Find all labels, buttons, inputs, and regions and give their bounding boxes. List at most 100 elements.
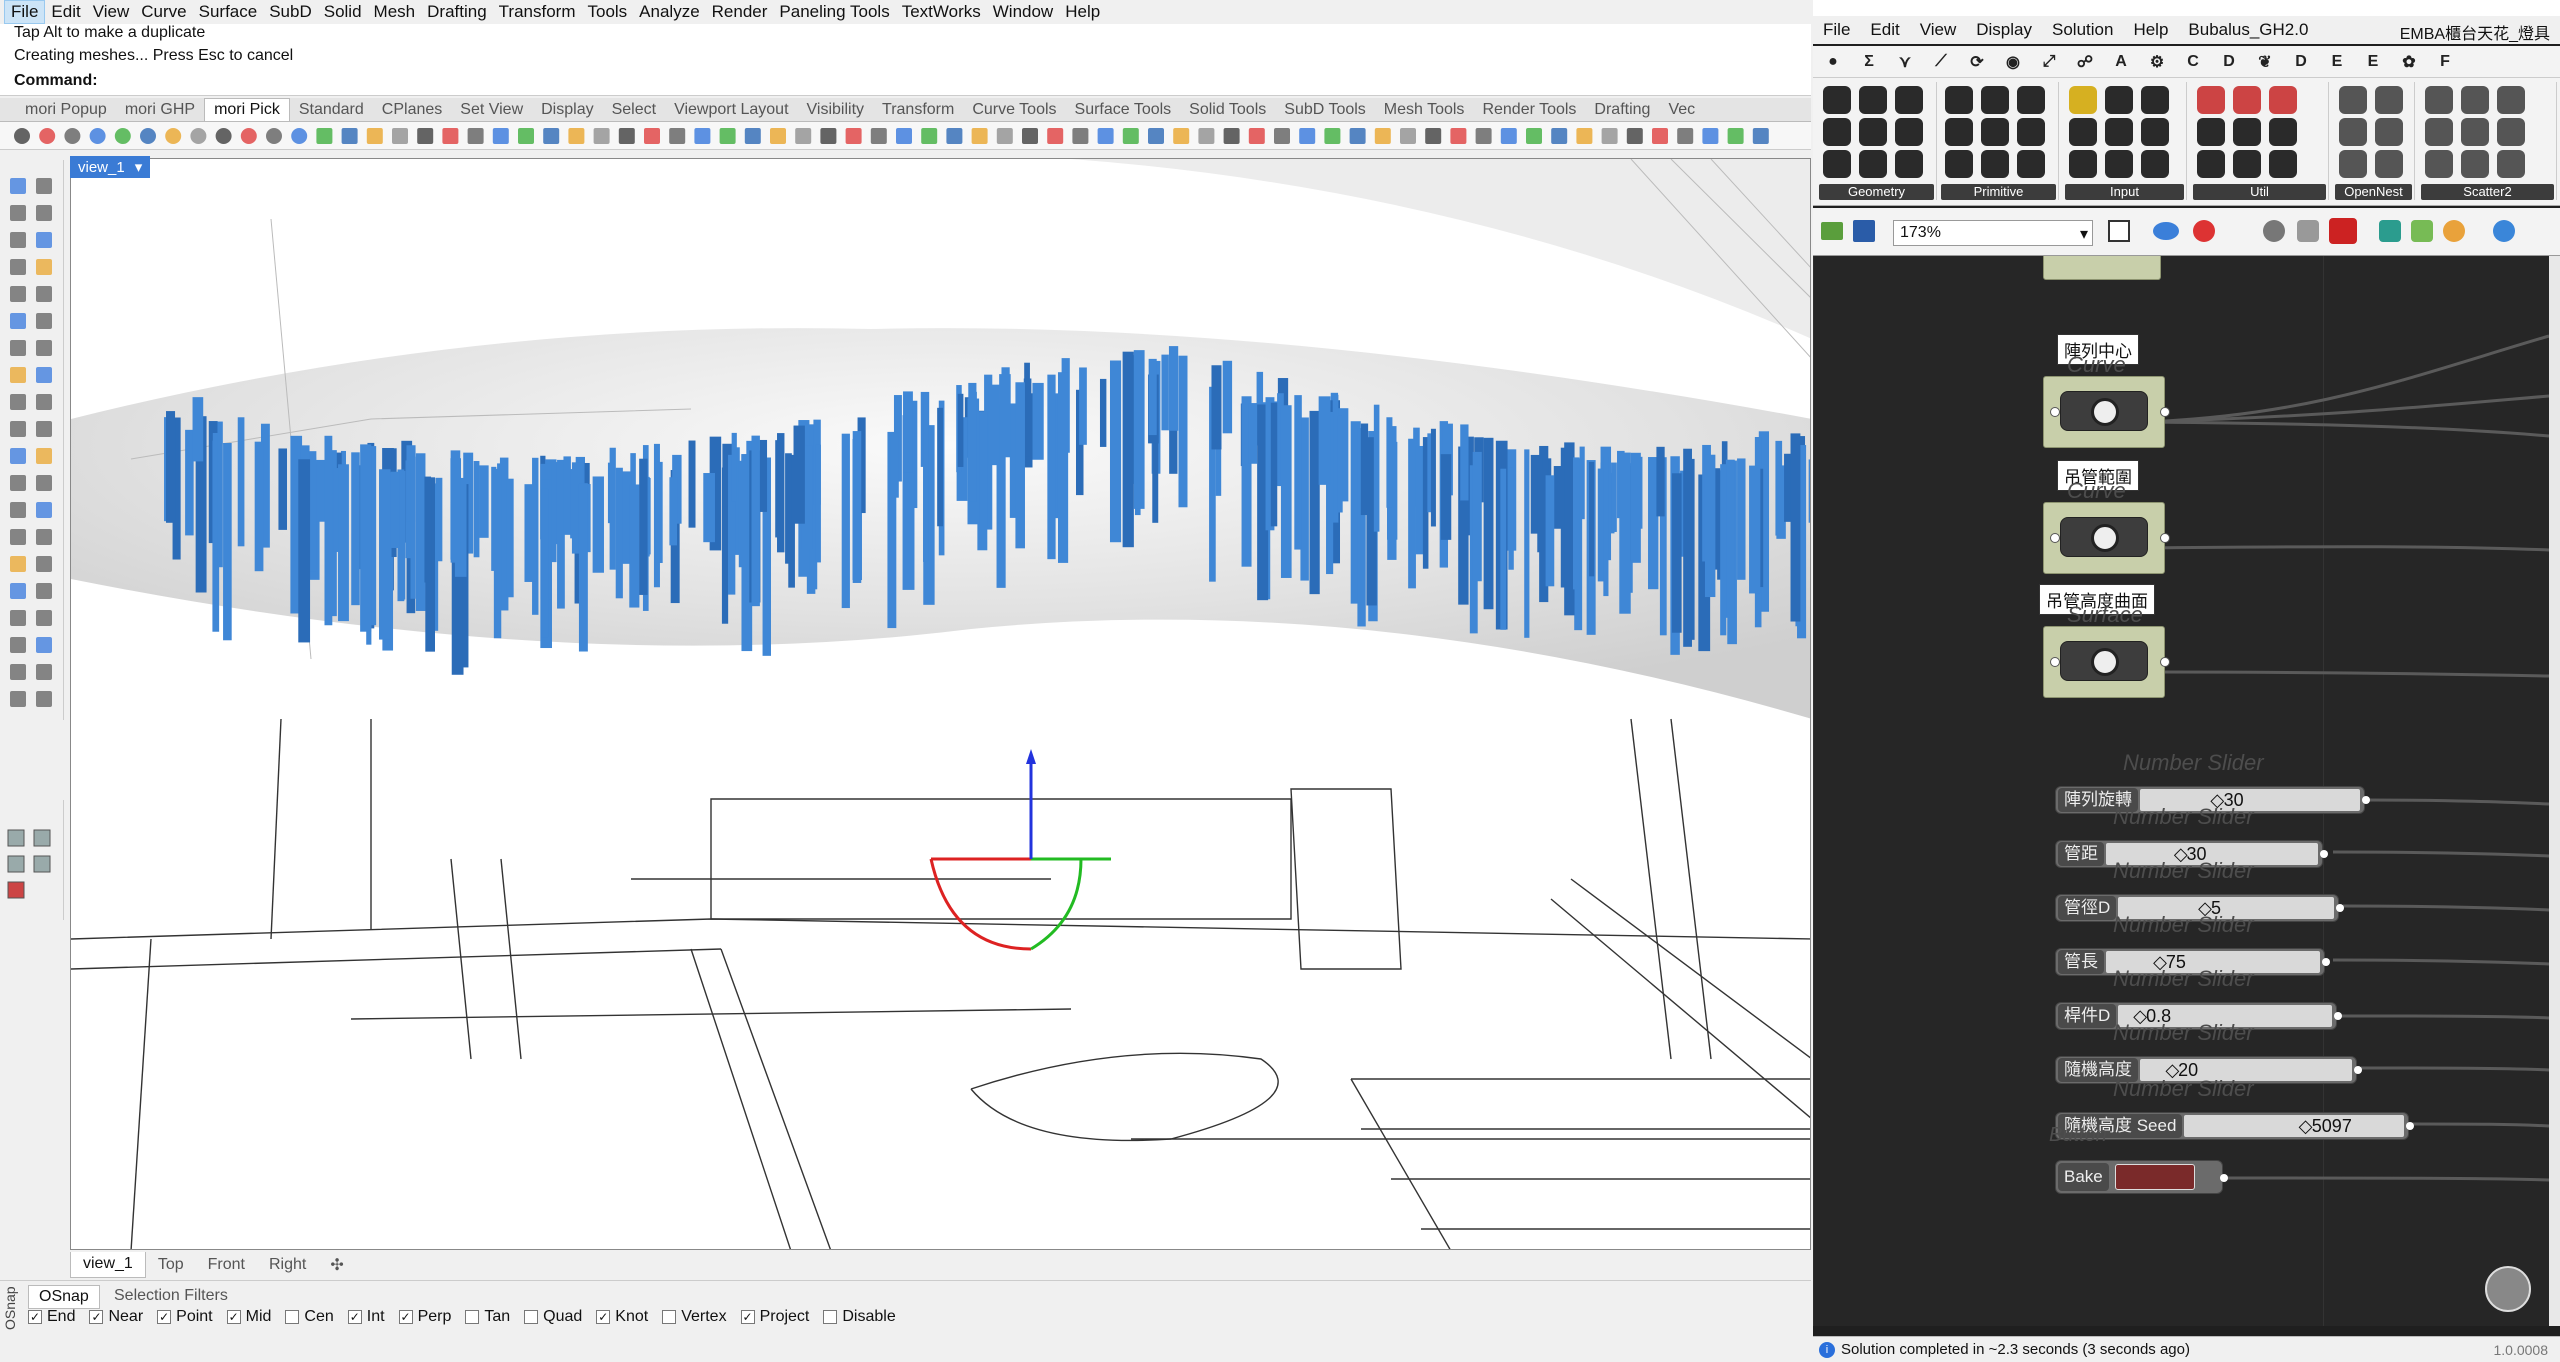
bake-icon[interactable] (2379, 220, 2401, 242)
menu-tools[interactable]: Tools (581, 1, 633, 23)
toolbar-icon[interactable] (694, 128, 711, 144)
toolbar-icon[interactable] (1223, 128, 1240, 144)
toolbar-icon[interactable] (543, 128, 560, 144)
osnap-mid[interactable]: ✓ Mid (226, 1308, 271, 1326)
gh-menu-0[interactable]: File (1813, 20, 1860, 40)
osnap-near[interactable]: ✓ Near (89, 1308, 143, 1326)
toolbar-icon[interactable] (1727, 128, 1744, 144)
gh-component-icon[interactable] (2141, 118, 2169, 146)
toolbar-icon[interactable] (1173, 128, 1190, 144)
gh-menu-4[interactable]: Solution (2042, 20, 2123, 40)
toolbar-icon[interactable] (593, 128, 610, 144)
gh-component-icon[interactable] (2141, 86, 2169, 114)
osnap-int[interactable]: ✓ Int (347, 1308, 385, 1326)
toolbar-icon[interactable] (669, 128, 686, 144)
gh-category-tab[interactable]: ◉ (1999, 52, 2027, 72)
toolbar-icon[interactable] (89, 128, 106, 144)
toolbar-icon[interactable] (1072, 128, 1089, 144)
gh-component-icon[interactable] (1895, 118, 1923, 146)
layer-tool-icons[interactable] (0, 800, 64, 920)
toolbar-icon[interactable] (1500, 128, 1517, 144)
menu-subd[interactable]: SubD (263, 1, 318, 23)
shaded-preview-icon[interactable] (2263, 220, 2285, 242)
gh-component-icon[interactable] (2069, 118, 2097, 146)
gh-component-icon[interactable] (2017, 150, 2045, 178)
gh-component-partial[interactable] (2043, 256, 2161, 280)
toolbar-tab[interactable]: Render Tools (1473, 99, 1585, 121)
slider-handle[interactable]: ◇ (2299, 1115, 2313, 1137)
toolbar-icon[interactable] (1248, 128, 1265, 144)
left-tool-icon[interactable] (10, 286, 26, 302)
menu-solid[interactable]: Solid (318, 1, 368, 23)
toolbar-icon[interactable] (140, 128, 156, 144)
menu-drafting[interactable]: Drafting (421, 1, 493, 23)
gh-component-icon[interactable] (2497, 150, 2525, 178)
toolbar-icon[interactable] (568, 128, 585, 144)
panel-group-label[interactable]: Primitive (1941, 184, 2056, 200)
gh-component-icon[interactable] (2339, 118, 2367, 146)
zoom-select[interactable]: 173% ▾ (1893, 220, 2093, 246)
gh-component-icon[interactable] (2105, 150, 2133, 178)
gh-component-icon[interactable] (2269, 86, 2297, 114)
toolbar-icon[interactable] (1022, 128, 1038, 144)
toolbar-icon[interactable] (971, 128, 988, 144)
osnap-cen[interactable]: Cen (285, 1308, 334, 1326)
toolbar-tab[interactable]: Set View (451, 99, 532, 121)
toolbar-tab[interactable]: mori Popup (16, 99, 116, 121)
left-tool-icon[interactable] (36, 448, 52, 464)
toolbar-tab[interactable]: Vec (1659, 99, 1704, 121)
left-tool-icon[interactable] (36, 340, 52, 356)
toolbar-icon[interactable] (820, 128, 837, 144)
panel-group-label[interactable]: Geometry (1819, 184, 1934, 200)
left-tool-icon[interactable] (10, 178, 26, 194)
open-file-icon[interactable] (1821, 222, 1843, 240)
output-grip[interactable] (2406, 1122, 2414, 1130)
osnap-end[interactable]: ✓ End (28, 1308, 75, 1326)
toolbar-icon[interactable] (1047, 128, 1064, 144)
gh-category-tab[interactable]: D (2215, 53, 2243, 71)
osnap-checkbox[interactable]: ✓ (157, 1310, 172, 1324)
toolbar-icon[interactable] (1702, 128, 1719, 144)
gh-category-tab[interactable]: ⤢ (2035, 53, 2063, 71)
osnap-checkbox[interactable] (662, 1310, 677, 1324)
toolbar-tab[interactable]: Solid Tools (1180, 99, 1275, 121)
left-tool-icon[interactable] (36, 637, 52, 653)
toolbar-icon[interactable] (896, 128, 912, 144)
toolbar-icon[interactable] (39, 128, 56, 144)
gh-component-icon[interactable] (1981, 86, 2009, 114)
navigation-compass-icon[interactable] (2485, 1266, 2531, 1312)
output-grip[interactable] (2160, 657, 2170, 667)
menu-curve[interactable]: Curve (135, 1, 192, 23)
material-icon[interactable] (2443, 220, 2465, 242)
gh-component-icon[interactable] (2233, 86, 2261, 114)
menu-mesh[interactable]: Mesh (368, 1, 422, 23)
osnap-project[interactable]: ✓ Project (740, 1308, 809, 1326)
toolbar-tab[interactable]: mori GHP (116, 99, 204, 121)
osnap-knot[interactable]: ✓ Knot (596, 1308, 648, 1326)
input-grip[interactable] (2050, 533, 2060, 543)
toolbar-icon[interactable] (946, 128, 963, 144)
menu-analyze[interactable]: Analyze (633, 1, 705, 23)
left-tool-icon[interactable] (10, 529, 26, 545)
osnap-checkbox[interactable]: ✓ (740, 1310, 755, 1324)
left-tool-icon[interactable] (10, 664, 26, 680)
toolbar-icon[interactable] (1122, 128, 1139, 144)
left-tool-icon[interactable] (36, 313, 52, 329)
toolbar-icon-strip[interactable] (0, 122, 1811, 150)
gh-component-icon[interactable] (1823, 118, 1851, 146)
left-tool-icon[interactable] (36, 529, 52, 545)
gh-component-icon[interactable] (1981, 150, 2009, 178)
toolbar-icon[interactable] (1425, 128, 1442, 144)
output-grip[interactable] (2220, 1174, 2228, 1182)
osnap-disable[interactable]: Disable (823, 1308, 896, 1326)
toolbar-icon[interactable] (1349, 128, 1366, 144)
left-tool-icon[interactable] (36, 367, 52, 383)
number-slider[interactable]: 隨機高度 Seed ◇ 5097 (2055, 1112, 2414, 1140)
left-tool-icon[interactable] (10, 367, 26, 383)
left-tool-icon[interactable] (36, 178, 52, 194)
input-grip[interactable] (2050, 407, 2060, 417)
left-tool-icon[interactable] (36, 610, 52, 626)
gh-category-tab[interactable]: ✿ (2395, 52, 2423, 72)
gh-component-icon[interactable] (2233, 118, 2261, 146)
panel-group-label[interactable]: Scatter2 (2421, 184, 2554, 200)
